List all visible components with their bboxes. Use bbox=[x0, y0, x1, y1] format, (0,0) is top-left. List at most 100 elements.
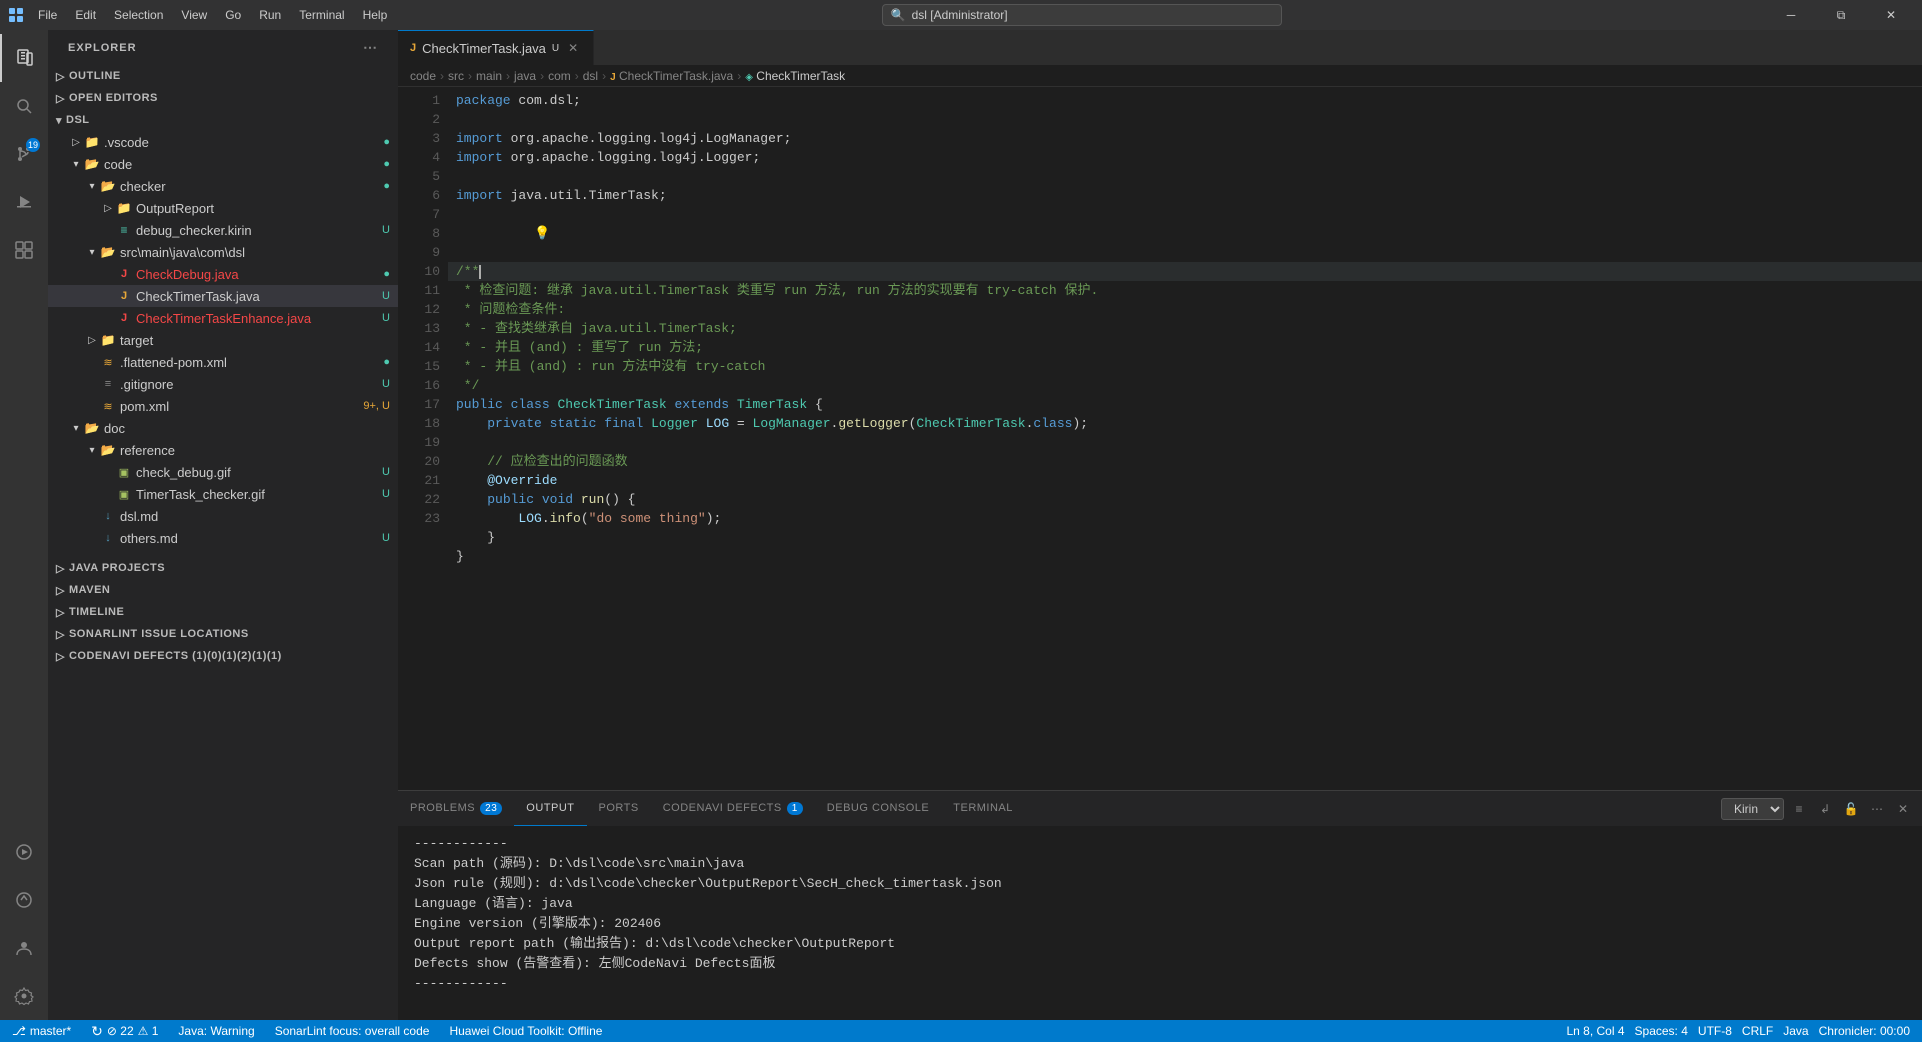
code-line-2 bbox=[448, 110, 1922, 129]
output-line-1: ------------ bbox=[414, 834, 1906, 854]
timeline-header[interactable]: ▷ TIMELINE bbox=[48, 601, 398, 623]
java-projects-header[interactable]: ▷ JAVA PROJECTS bbox=[48, 557, 398, 579]
tree-arrow-code: ▾ bbox=[68, 156, 84, 172]
menu-go[interactable]: Go bbox=[217, 6, 249, 24]
breadcrumb-com[interactable]: com bbox=[548, 69, 571, 83]
folder-icon: 📁 bbox=[116, 200, 132, 216]
panel-tab-output[interactable]: OUTPUT bbox=[514, 791, 586, 826]
dsl-label: DSL bbox=[66, 114, 90, 126]
status-branch[interactable]: ⎇ master* bbox=[8, 1020, 75, 1042]
tree-item-pom[interactable]: ≋ pom.xml 9+, U bbox=[48, 395, 398, 417]
tree-item-dsl-md[interactable]: ↓ dsl.md bbox=[48, 505, 398, 527]
status-chronicler[interactable]: Chronicler: 00:00 bbox=[1815, 1020, 1914, 1042]
status-eol[interactable]: CRLF bbox=[1738, 1020, 1777, 1042]
menu-file[interactable]: File bbox=[30, 6, 65, 24]
status-spaces[interactable]: Spaces: 4 bbox=[1631, 1020, 1692, 1042]
menu-help[interactable]: Help bbox=[355, 6, 396, 24]
activity-source-control[interactable]: 19 bbox=[0, 130, 48, 178]
folder-icon: 📂 bbox=[100, 442, 116, 458]
tree-item-check-debug-gif[interactable]: ▣ check_debug.gif U bbox=[48, 461, 398, 483]
panel-clear-button[interactable]: ≡ bbox=[1788, 798, 1810, 820]
tree-item-outputreport[interactable]: ▷ 📁 OutputReport bbox=[48, 197, 398, 219]
activity-settings[interactable] bbox=[0, 972, 48, 1020]
tree-item-flattened-pom[interactable]: ≋ .flattened-pom.xml ● bbox=[48, 351, 398, 373]
status-language[interactable]: Java bbox=[1779, 1020, 1812, 1042]
activity-codenavi[interactable] bbox=[0, 828, 48, 876]
tree-item-target[interactable]: ▷ 📁 target bbox=[48, 329, 398, 351]
restore-button[interactable]: ⧉ bbox=[1818, 0, 1864, 30]
output-channel-dropdown[interactable]: Kirin bbox=[1721, 798, 1784, 820]
codenavi-defects-header[interactable]: ▷ CODENAVI DEFECTS (1)(0)(1)(2)(1)(1) bbox=[48, 645, 398, 667]
tree-item-checktimertaskenhance[interactable]: J CheckTimerTaskEnhance.java U bbox=[48, 307, 398, 329]
sonarlint-header[interactable]: ▷ SONARLINT ISSUE LOCATIONS bbox=[48, 623, 398, 645]
tree-item-others-md[interactable]: ↓ others.md U bbox=[48, 527, 398, 549]
menu-view[interactable]: View bbox=[173, 6, 215, 24]
tree-item-vscode[interactable]: ▷ 📁 .vscode ● bbox=[48, 131, 398, 153]
breadcrumb-code[interactable]: code bbox=[410, 69, 436, 83]
status-position[interactable]: Ln 8, Col 4 bbox=[1562, 1020, 1628, 1042]
status-encoding[interactable]: UTF-8 bbox=[1694, 1020, 1736, 1042]
breadcrumb-java[interactable]: java bbox=[514, 69, 536, 83]
panel-more-button[interactable]: ⋯ bbox=[1866, 798, 1888, 820]
maven-header[interactable]: ▷ MAVEN bbox=[48, 579, 398, 601]
tab-close-button[interactable]: ✕ bbox=[565, 40, 581, 56]
new-file-icon[interactable]: ⋯ bbox=[363, 39, 378, 56]
panel-tab-codenavi-defects[interactable]: CODENAVI DEFECTS 1 bbox=[651, 791, 815, 826]
open-editors-header[interactable]: ▷ OPEN EDITORS bbox=[48, 87, 398, 109]
dsl-section-header[interactable]: ▾ DSL bbox=[48, 109, 398, 131]
panel-tab-ports[interactable]: PORTS bbox=[587, 791, 651, 826]
tree-item-checktimertask[interactable]: J CheckTimerTask.java U bbox=[48, 285, 398, 307]
minimize-button[interactable]: ─ bbox=[1768, 0, 1814, 30]
panel-tab-terminal[interactable]: TERMINAL bbox=[941, 791, 1025, 826]
tree-item-checker[interactable]: ▾ 📂 checker ● bbox=[48, 175, 398, 197]
breadcrumb-main[interactable]: main bbox=[476, 69, 502, 83]
tree-item-checkdebug[interactable]: J CheckDebug.java ● bbox=[48, 263, 398, 285]
menu-terminal[interactable]: Terminal bbox=[291, 6, 352, 24]
outline-header[interactable]: ▷ OUTLINE bbox=[48, 65, 398, 87]
activity-run[interactable] bbox=[0, 178, 48, 226]
activity-huawei[interactable] bbox=[0, 876, 48, 924]
main-layout: 19 bbox=[0, 30, 1922, 1020]
status-huawei[interactable]: Huawei Cloud Toolkit: Offline bbox=[445, 1020, 606, 1042]
tree-item-debug-checker[interactable]: ≡ debug_checker.kirin U bbox=[48, 219, 398, 241]
code-line-3: import org.apache.logging.log4j.LogManag… bbox=[448, 129, 1922, 148]
status-java-warning[interactable]: Java: Warning bbox=[174, 1020, 258, 1042]
breadcrumb-class[interactable]: ◈ CheckTimerTask bbox=[745, 69, 845, 83]
tree-item-reference[interactable]: ▾ 📂 reference bbox=[48, 439, 398, 461]
panel-tab-problems[interactable]: PROBLEMS 23 bbox=[398, 791, 514, 826]
activity-explorer[interactable] bbox=[0, 34, 48, 82]
md-icon: ↓ bbox=[100, 530, 116, 546]
menu-edit[interactable]: Edit bbox=[67, 6, 104, 24]
code-content[interactable]: package com.dsl; import org.apache.loggi… bbox=[448, 87, 1922, 790]
panel-lock-button[interactable]: 🔓 bbox=[1840, 798, 1862, 820]
tree-item-src[interactable]: ▾ 📂 src\main\java\com\dsl bbox=[48, 241, 398, 263]
breadcrumb-dsl[interactable]: dsl bbox=[583, 69, 598, 83]
status-sonarlint[interactable]: SonarLint focus: overall code bbox=[271, 1020, 434, 1042]
branch-name: master* bbox=[30, 1024, 71, 1038]
error-count: ⊘ 22 bbox=[107, 1024, 134, 1038]
menu-run[interactable]: Run bbox=[251, 6, 289, 24]
tree-item-doc[interactable]: ▾ 📂 doc bbox=[48, 417, 398, 439]
tree-item-timertask-checker-gif[interactable]: ▣ TimerTask_checker.gif U bbox=[48, 483, 398, 505]
panel-close-button[interactable]: ✕ bbox=[1892, 798, 1914, 820]
menu-selection[interactable]: Selection bbox=[106, 6, 171, 24]
code-editor[interactable]: 1 2 3 4 5 6 7 8 9 10 11 12 13 14 15 16 1… bbox=[398, 87, 1922, 790]
activity-extensions[interactable] bbox=[0, 226, 48, 274]
panel-tabs: PROBLEMS 23 OUTPUT PORTS CODENAVI DEFECT… bbox=[398, 791, 1922, 826]
activity-account[interactable] bbox=[0, 924, 48, 972]
panel-tab-debug-console[interactable]: DEBUG CONSOLE bbox=[815, 791, 941, 826]
tree-item-gitignore[interactable]: ≡ .gitignore U bbox=[48, 373, 398, 395]
breadcrumb-src[interactable]: src bbox=[448, 69, 464, 83]
close-button[interactable]: ✕ bbox=[1868, 0, 1914, 30]
tree-item-code[interactable]: ▾ 📂 code ● bbox=[48, 153, 398, 175]
tab-checktimertask[interactable]: J CheckTimerTask.java U ✕ bbox=[398, 30, 594, 65]
breadcrumb-file[interactable]: J CheckTimerTask.java bbox=[610, 69, 733, 83]
warning-count: ⚠ 1 bbox=[138, 1024, 159, 1038]
folder-icon: 📁 bbox=[84, 134, 100, 150]
java-file-error-icon: J bbox=[116, 310, 132, 326]
status-sync[interactable]: ↻ ⊘ 22 ⚠ 1 bbox=[87, 1020, 162, 1042]
panel-wrap-button[interactable]: ↲ bbox=[1814, 798, 1836, 820]
activity-search[interactable] bbox=[0, 82, 48, 130]
gif-icon: ▣ bbox=[116, 464, 132, 480]
title-search[interactable]: 🔍 dsl [Administrator] bbox=[882, 4, 1282, 26]
